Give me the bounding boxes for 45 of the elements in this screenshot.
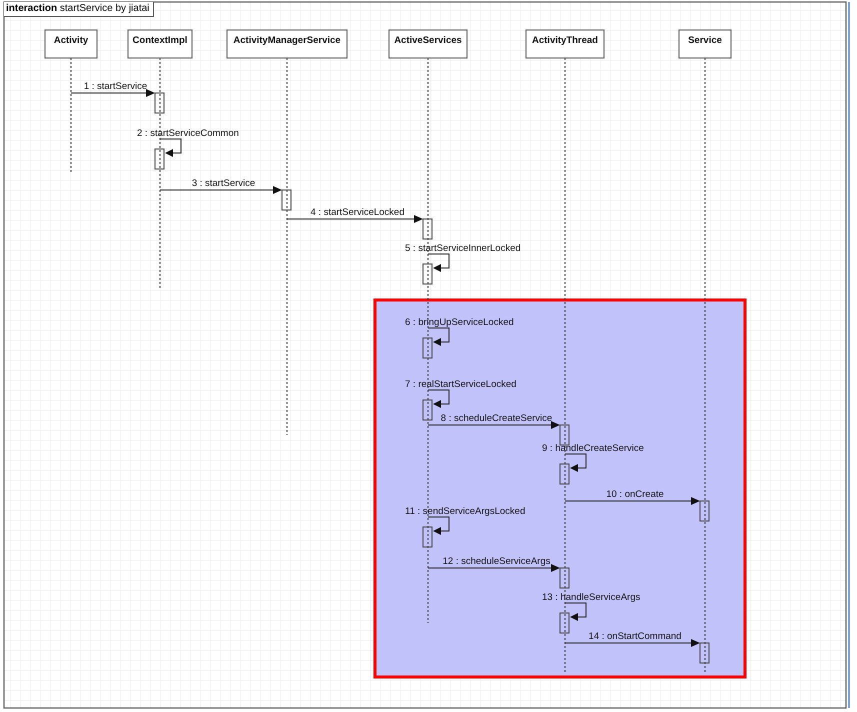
participant-name: ActivityThread xyxy=(532,35,598,46)
message-label: 6 : bringUpServiceLocked xyxy=(405,317,514,328)
activation-bar xyxy=(560,568,570,588)
participant-name: Service xyxy=(688,35,722,46)
activation-bar xyxy=(560,612,570,634)
participant-name: ContextImpl xyxy=(132,35,188,46)
message-label: 2 : startServiceCommon xyxy=(137,128,239,139)
message-label: 7 : realStartServiceLocked xyxy=(405,379,516,390)
self-call-arrow xyxy=(428,390,450,408)
activation-bar xyxy=(282,190,292,210)
message-label: 12 : scheduleServiceArgs xyxy=(442,556,550,567)
message-label: 3 : startService xyxy=(192,178,256,189)
message-label: 9 : handleCreateService xyxy=(542,443,644,454)
self-call-arrow xyxy=(428,328,450,346)
activation-bar xyxy=(422,400,432,420)
message-label: 13 : handleServiceArgs xyxy=(542,592,640,603)
activation-bar xyxy=(700,500,710,522)
self-call-arrow xyxy=(564,602,586,621)
activation-bar xyxy=(560,424,570,446)
activation-bar xyxy=(700,642,710,664)
message-label: 4 : startServiceLocked xyxy=(310,207,404,218)
activation-bar xyxy=(422,338,432,358)
participant-name: Activity xyxy=(54,35,88,46)
message-label: 11 : sendServiceArgsLocked xyxy=(405,506,526,517)
activation-bar xyxy=(154,148,164,170)
participant-box xyxy=(44,30,98,58)
self-call-arrow xyxy=(428,516,450,535)
self-call-arrow xyxy=(564,454,586,472)
participant-box xyxy=(128,30,192,58)
message-label: 1 : startService xyxy=(84,81,148,92)
self-call-arrow xyxy=(428,254,450,272)
message-label: 8 : scheduleCreateService xyxy=(440,413,552,424)
activation-bar xyxy=(154,92,164,114)
message-label: 14 : onStartCommand xyxy=(588,631,682,642)
message-label: 5 : startServiceInnerLocked xyxy=(405,243,521,254)
participant-name: ActiveServices xyxy=(394,35,462,46)
participant-box xyxy=(678,30,732,58)
activation-bar xyxy=(422,218,432,240)
activation-bar xyxy=(422,264,432,284)
message-label: 10 : onCreate xyxy=(606,489,664,500)
activation-bar xyxy=(560,464,570,484)
participant-name: ActivityManagerService xyxy=(233,35,341,46)
frame-title: interaction startService by jiatai xyxy=(4,2,154,17)
activation-bar xyxy=(422,526,432,548)
self-call-arrow xyxy=(160,138,182,157)
